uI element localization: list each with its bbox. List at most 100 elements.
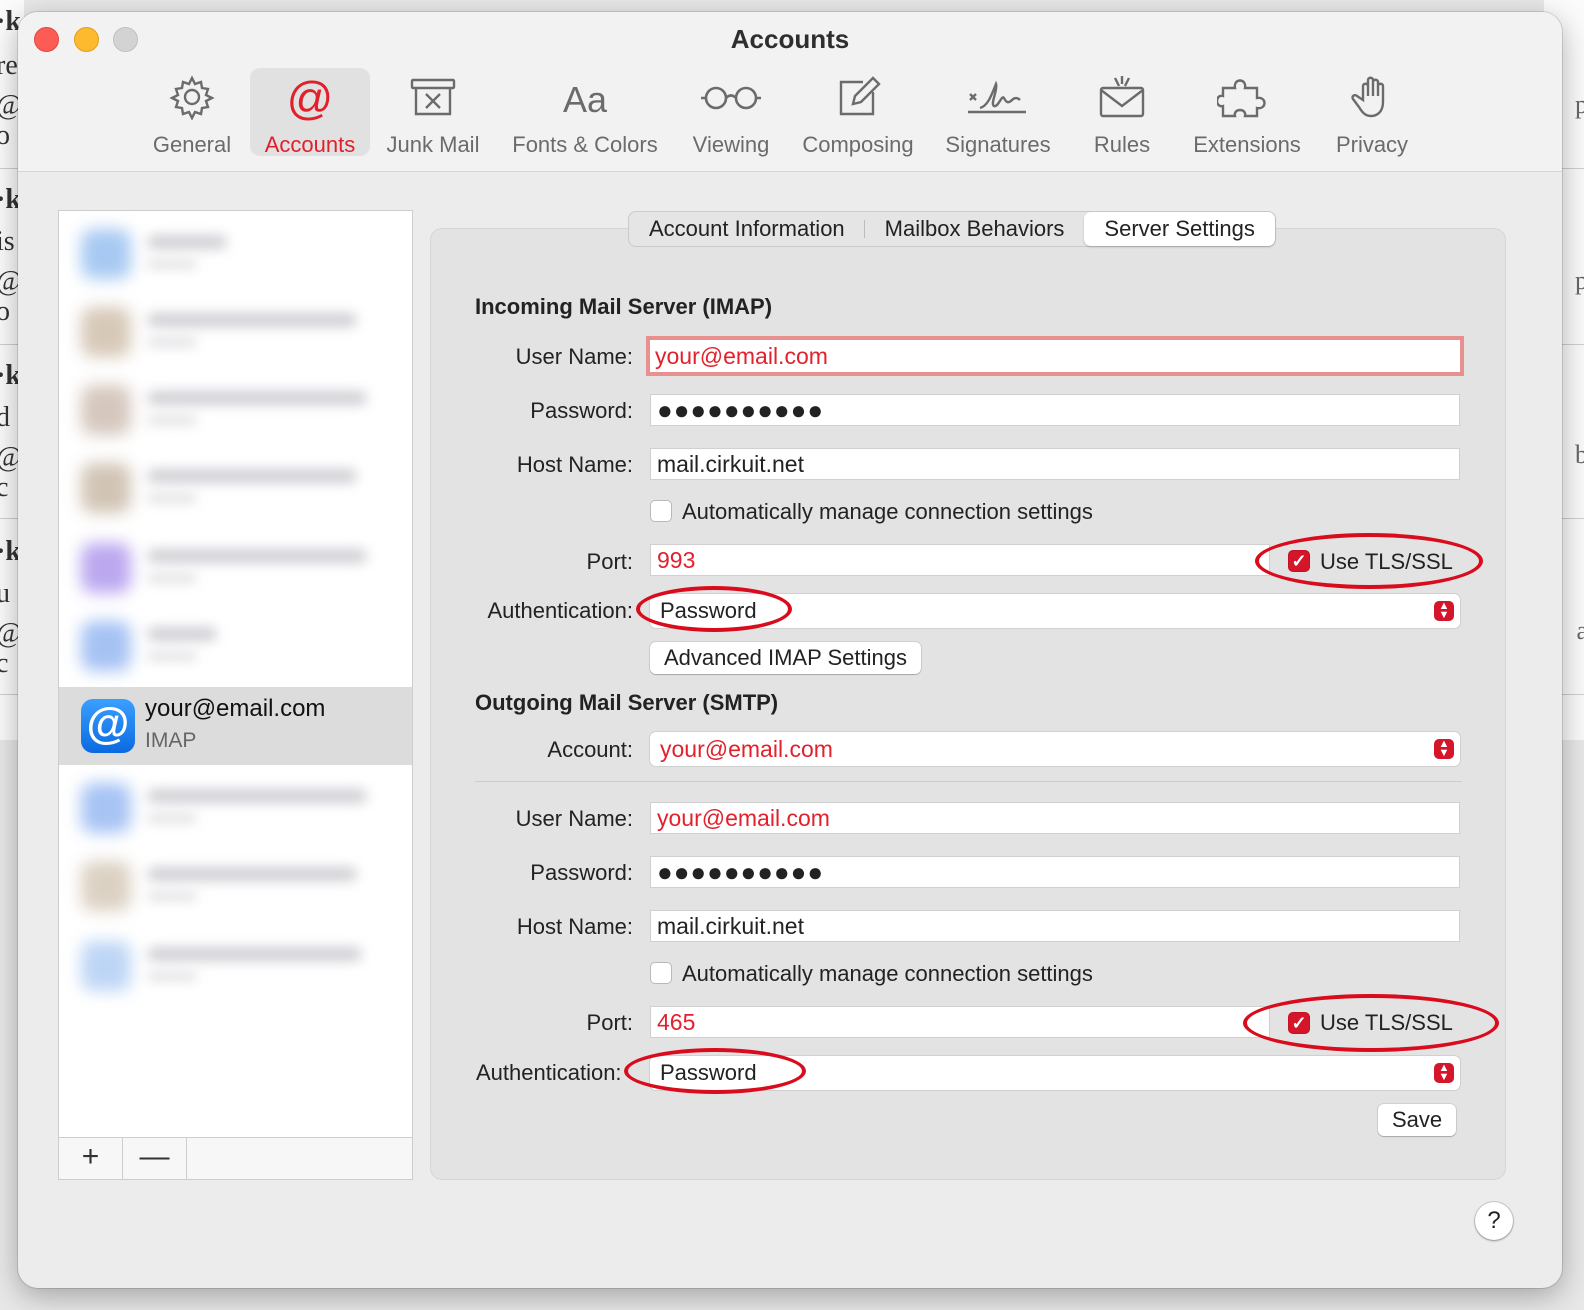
toolbar-rules[interactable]: Rules	[1082, 68, 1162, 157]
gear-icon	[138, 74, 246, 132]
sidebar-footer: + —	[59, 1137, 412, 1179]
incoming-password-label: Password:	[530, 398, 633, 423]
titlebar: Accounts General @ Accounts Junk Mail Aa…	[18, 12, 1562, 172]
account-row-blurred[interactable]	[59, 213, 412, 291]
outgoing-password-label: Password:	[530, 860, 633, 885]
outgoing-account-popup[interactable]: your@email.com ▲ ▼	[650, 732, 1460, 766]
help-button[interactable]: ?	[1475, 1202, 1513, 1240]
toolbar-accounts[interactable]: @ Accounts	[250, 68, 370, 157]
add-account-button[interactable]: +	[59, 1138, 123, 1179]
outgoing-password-input[interactable]: ●●●●●●●●●●	[650, 856, 1460, 888]
toolbar-general-label: General	[152, 132, 232, 157]
outgoing-tls-label: Use TLS/SSL	[1320, 1010, 1453, 1035]
selected-account-email: your@email.com	[145, 695, 326, 722]
outgoing-user-name-label: User Name:	[515, 806, 633, 831]
incoming-host-label: Host Name:	[516, 452, 633, 477]
incoming-auto-manage-checkbox[interactable]	[650, 500, 672, 522]
chevron-updown-icon: ▲ ▼	[1434, 739, 1454, 759]
incoming-tls-label: Use TLS/SSL	[1320, 549, 1453, 574]
compose-icon	[796, 74, 920, 132]
tab-account-information[interactable]: Account Information	[629, 212, 865, 246]
incoming-auth-value: Password	[660, 598, 757, 623]
toolbar-accounts-label: Accounts	[264, 132, 356, 157]
toolbar-composing-label: Composing	[802, 132, 914, 157]
outgoing-auth-label: Authentication:	[476, 1060, 622, 1085]
account-row-blurred[interactable]	[59, 925, 412, 1003]
toolbar-signatures-label: Signatures	[945, 132, 1051, 157]
at-icon: @	[250, 74, 370, 132]
outgoing-auth-popup[interactable]: Password ▲ ▼	[650, 1056, 1460, 1090]
account-list: @ your@email.com IMAP	[59, 211, 412, 1136]
toolbar-composing[interactable]: Composing	[796, 68, 920, 157]
incoming-port-input[interactable]: 993	[650, 544, 1270, 576]
account-row-blurred[interactable]	[59, 369, 412, 447]
signature-icon	[938, 74, 1058, 132]
rules-icon	[1082, 74, 1162, 132]
account-row-blurred[interactable]	[59, 605, 412, 683]
toolbar-fonts-colors[interactable]: Aa Fonts & Colors	[504, 68, 666, 157]
incoming-auto-manage-label: Automatically manage connection settings	[682, 499, 1093, 524]
chevron-updown-icon: ▲ ▼	[1434, 601, 1454, 621]
outgoing-account-label: Account:	[547, 737, 633, 762]
incoming-user-name-input[interactable]: your@email.com	[646, 336, 1464, 376]
toolbar-extensions[interactable]: Extensions	[1184, 68, 1310, 157]
outgoing-auto-manage-checkbox[interactable]	[650, 962, 672, 984]
toolbar-viewing-label: Viewing	[692, 132, 770, 157]
toolbar-extensions-label: Extensions	[1193, 132, 1301, 157]
outgoing-section-title: Outgoing Mail Server (SMTP)	[475, 690, 779, 715]
fonts-icon: Aa	[504, 74, 666, 132]
chevron-updown-icon: ▲ ▼	[1434, 1063, 1454, 1083]
accounts-sidebar: @ your@email.com IMAP + —	[58, 210, 413, 1180]
preferences-toolbar: General @ Accounts Junk Mail Aa Fonts & …	[18, 68, 1562, 157]
puzzle-icon	[1184, 74, 1310, 132]
incoming-auth-popup[interactable]: Password ▲ ▼	[650, 594, 1460, 628]
tab-mailbox-behaviors[interactable]: Mailbox Behaviors	[865, 212, 1085, 246]
save-button[interactable]: Save	[1378, 1104, 1457, 1136]
tab-server-settings[interactable]: Server Settings	[1084, 212, 1275, 246]
window-title: Accounts	[730, 24, 850, 54]
incoming-tls-checkbox[interactable]: ✓	[1288, 550, 1310, 572]
toolbar-viewing[interactable]: Viewing	[686, 68, 776, 157]
outgoing-port-label: Port:	[586, 1010, 633, 1035]
junk-icon	[378, 74, 488, 132]
incoming-user-name-label: User Name:	[515, 344, 633, 369]
toolbar-privacy[interactable]: Privacy	[1326, 68, 1418, 157]
svg-text:@: @	[287, 74, 334, 124]
outgoing-host-input[interactable]: mail.cirkuit.net	[650, 910, 1460, 942]
account-row-blurred[interactable]	[59, 845, 412, 923]
toolbar-signatures[interactable]: Signatures	[938, 68, 1058, 157]
account-row-blurred[interactable]	[59, 767, 412, 845]
outgoing-auth-value: Password	[660, 1060, 757, 1085]
incoming-port-label: Port:	[586, 549, 633, 574]
outgoing-account-value: your@email.com	[660, 736, 833, 762]
advanced-imap-settings-button[interactable]: Advanced IMAP Settings	[650, 642, 921, 674]
toolbar-rules-label: Rules	[1093, 132, 1151, 157]
hand-icon	[1326, 74, 1418, 132]
incoming-password-input[interactable]: ●●●●●●●●●●	[650, 394, 1460, 426]
svg-text:Aa: Aa	[563, 79, 608, 120]
outgoing-tls-checkbox[interactable]: ✓	[1288, 1012, 1310, 1034]
account-tabs: Account Information Mailbox Behaviors Se…	[628, 211, 1276, 247]
preferences-window: Accounts General @ Accounts Junk Mail Aa…	[18, 12, 1562, 1288]
toolbar-junk-mail[interactable]: Junk Mail	[378, 68, 488, 157]
glasses-icon	[686, 74, 776, 132]
outgoing-port-input[interactable]: 465	[650, 1006, 1270, 1038]
mail-account-at-icon: @	[81, 699, 135, 753]
selected-account-type: IMAP	[145, 729, 197, 752]
remove-account-button[interactable]: —	[123, 1138, 187, 1179]
account-row-blurred[interactable]	[59, 291, 412, 369]
incoming-section-title: Incoming Mail Server (IMAP)	[475, 294, 773, 319]
account-row-selected[interactable]: @ your@email.com IMAP	[59, 687, 412, 765]
toolbar-general[interactable]: General	[138, 68, 246, 157]
outgoing-user-name-input[interactable]: your@email.com	[650, 802, 1460, 834]
toolbar-junk-mail-label: Junk Mail	[386, 132, 480, 157]
toolbar-privacy-label: Privacy	[1335, 132, 1409, 157]
account-row-blurred[interactable]	[59, 447, 412, 525]
section-divider	[475, 781, 1462, 782]
outgoing-auto-manage-label: Automatically manage connection settings	[682, 961, 1093, 986]
account-row-blurred[interactable]	[59, 527, 412, 605]
incoming-auth-label: Authentication:	[487, 598, 633, 623]
outgoing-host-label: Host Name:	[516, 914, 633, 939]
incoming-host-input[interactable]: mail.cirkuit.net	[650, 448, 1460, 480]
toolbar-fonts-colors-label: Fonts & Colors	[512, 132, 658, 157]
